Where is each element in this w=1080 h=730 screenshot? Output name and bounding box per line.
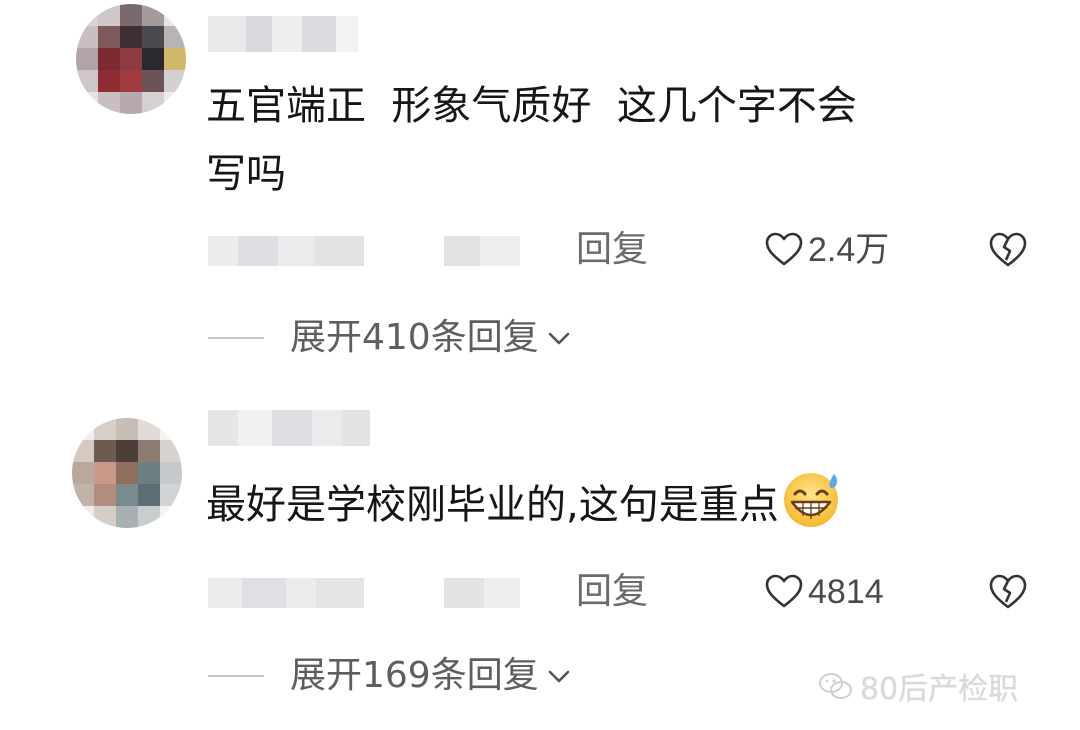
username-blurred[interactable]: [208, 410, 370, 446]
comment-text: 五官端正 形象气质好 这几个字不会 写吗: [206, 83, 857, 197]
grinning-sweat-emoji: [781, 466, 845, 530]
like-count: 2.4万: [808, 231, 890, 269]
username-blurred[interactable]: [208, 16, 358, 52]
expand-replies-button[interactable]: 展开410条回复: [208, 314, 573, 362]
chevron-down-icon: [548, 332, 570, 345]
watermark: 80后产检职: [818, 664, 1018, 708]
comment-section: 五官端正 形象气质好 这几个字不会 写吗 回复 2.4万 展开410条回复 最好…: [0, 0, 1080, 730]
location-blurred: [444, 236, 520, 266]
reply-button[interactable]: 回复: [576, 226, 648, 274]
reply-button[interactable]: 回复: [576, 568, 648, 616]
like-button[interactable]: 2.4万: [764, 226, 889, 274]
divider-line: [208, 337, 264, 339]
location-blurred: [444, 578, 520, 608]
wechat-icon: [819, 673, 852, 699]
avatar[interactable]: [72, 418, 182, 528]
broken-heart-icon[interactable]: [988, 230, 1028, 270]
expand-replies-label: 展开169条回复: [290, 655, 539, 696]
heart-outline-icon: [765, 232, 803, 266]
heart-outline-icon: [765, 574, 803, 608]
divider-line: [208, 675, 264, 677]
comment-text-body: 最好是学校刚毕业的,这句是重点: [206, 482, 779, 528]
comment-item: 五官端正 形象气质好 这几个字不会 写吗 回复 2.4万 展开410条回复: [0, 0, 1080, 380]
expand-replies-button[interactable]: 展开169条回复: [208, 652, 573, 700]
like-button[interactable]: 4814: [764, 568, 884, 616]
watermark-text: 80后产检职: [860, 672, 1019, 707]
comment-actions: 回复 2.4万: [208, 226, 1038, 274]
comment-text: 最好是学校刚毕业的,这句是重点: [206, 466, 1026, 539]
broken-heart-icon[interactable]: [988, 572, 1028, 612]
timestamp-blurred: [208, 578, 364, 608]
chevron-down-icon: [548, 670, 570, 683]
expand-replies-label: 展开410条回复: [290, 317, 539, 358]
avatar[interactable]: [76, 4, 186, 114]
comment-actions: 回复 4814: [208, 568, 1038, 616]
timestamp-blurred: [208, 236, 364, 266]
like-count: 4814: [808, 573, 884, 611]
